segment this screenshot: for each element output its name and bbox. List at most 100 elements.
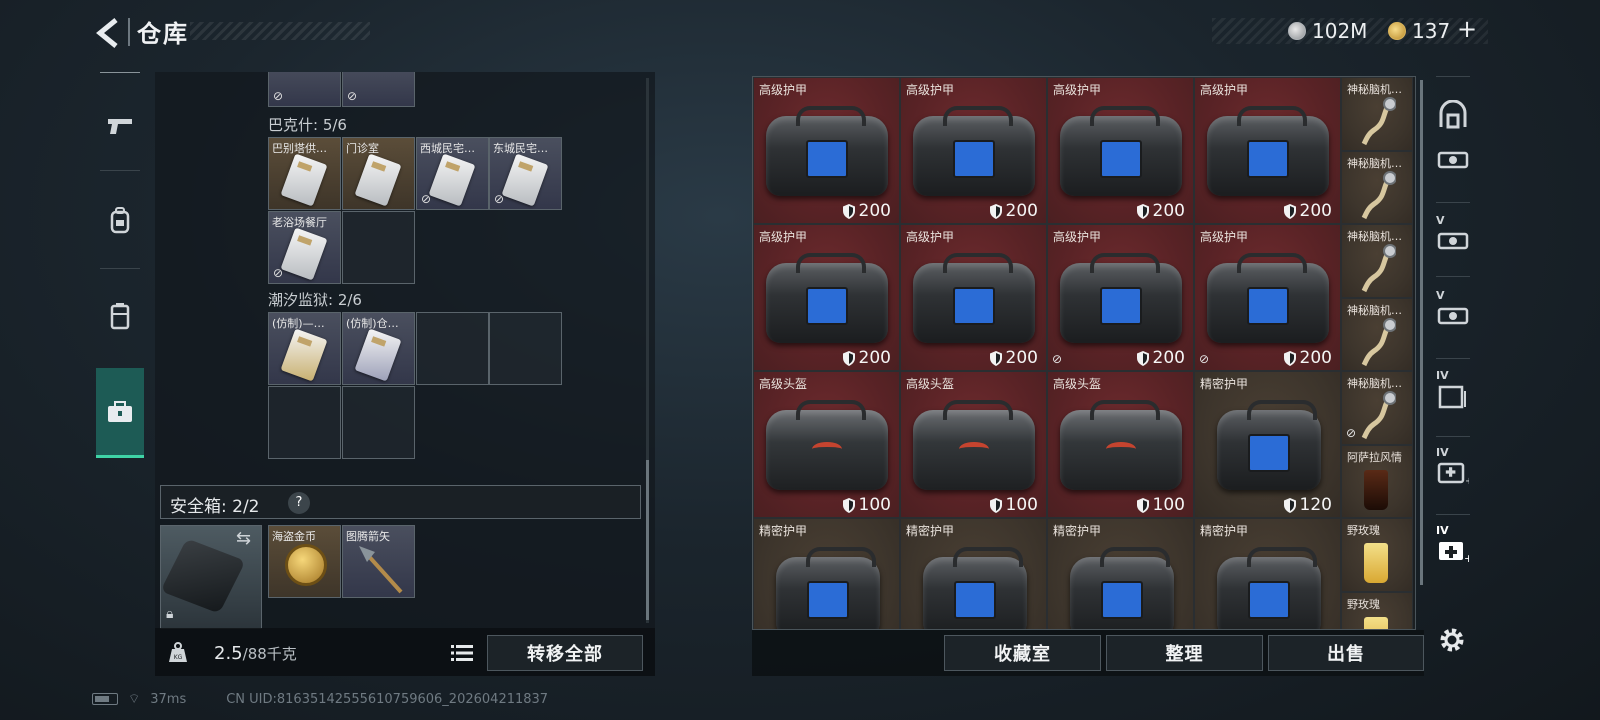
storage-slot-keycard[interactable]: (仿制)仓… (342, 312, 415, 385)
collection-room-button[interactable]: 收藏室 (944, 635, 1101, 671)
tier-v-case-button[interactable]: V (1432, 281, 1474, 351)
stash-item-cell[interactable]: 高级护甲 200 (900, 77, 1047, 224)
stash-item-cell[interactable]: 精密护甲 (1194, 518, 1341, 629)
gear-icon[interactable] (1436, 624, 1468, 656)
stash-item-cell[interactable]: 精密护甲 (753, 518, 900, 629)
stash-item-cell-small[interactable]: 神秘脑机… ⊘ (1341, 371, 1413, 445)
stash-item-cell-small[interactable]: 野玫瑰 (1341, 518, 1413, 592)
section-label-bakhsh: 巴克什: 5/6 (268, 116, 347, 134)
swap-icon[interactable]: ⇆ (236, 528, 251, 549)
stash-item-cell-small[interactable]: 神秘脑机… (1341, 297, 1413, 371)
stash-item-cell[interactable]: 高级护甲 200 (753, 224, 900, 371)
weight-value: 2.5 (214, 643, 243, 664)
case-icon (1437, 151, 1469, 169)
durability-badge: 100 (989, 495, 1038, 515)
storage-slot-keycard[interactable]: 东城民宅… ⊘ (489, 137, 562, 210)
storage-scroll-thumb[interactable] (646, 460, 649, 620)
nav-storage[interactable] (96, 368, 144, 458)
stash-item-cell[interactable]: 高级护甲 200 (900, 224, 1047, 371)
help-button[interactable]: ? (288, 492, 310, 514)
safebox-slot[interactable]: 海盗金币 (268, 525, 341, 598)
storage-slot-keycard[interactable]: (仿制)—… (268, 312, 341, 385)
list-view-button[interactable] (446, 638, 478, 668)
storage-slot[interactable]: ⊘ (268, 72, 341, 107)
item-name: 精密护甲 (1200, 524, 1249, 538)
tier-label: IV (1436, 369, 1449, 382)
nav-weapons[interactable] (90, 82, 150, 170)
storage-slot-empty[interactable] (342, 211, 415, 284)
stash-item-cell[interactable]: 精密护甲 (1047, 518, 1194, 629)
item-name: 精密护甲 (1053, 524, 1102, 538)
case-icon (1437, 232, 1469, 250)
add-currency-button[interactable]: + (1457, 15, 1477, 43)
stash-item-cell[interactable]: 精密护甲 (900, 518, 1047, 629)
keycard-icon (428, 153, 476, 207)
item-name: 神秘脑机… (1347, 83, 1402, 96)
tier-iv-storage-button[interactable]: IV (1432, 361, 1474, 431)
shield-icon (1136, 497, 1149, 513)
stash-item-cell[interactable]: 精密护甲 120 (1194, 371, 1341, 518)
durability-value: 200 (1005, 201, 1038, 221)
tier-iv-medical-button[interactable]: IV + (1432, 438, 1474, 508)
brain-chip-icon (1361, 317, 1396, 366)
storage-slot-keycard[interactable]: 老浴场餐厅 ⊘ (268, 211, 341, 284)
item-name: 神秘脑机… (1347, 230, 1402, 243)
storage-slot-empty[interactable] (489, 312, 562, 385)
storage-slot-keycard[interactable]: 巴别塔供… (268, 137, 341, 210)
stash-item-cell[interactable]: 高级头盔 100 (1047, 371, 1194, 518)
stash-scrollbar[interactable] (1420, 80, 1423, 585)
gold-coin-icon (285, 544, 327, 586)
armor-case-icon (1207, 106, 1329, 196)
safebox-slot[interactable]: 图腾箭矢 (342, 525, 415, 598)
stash-item-cell-small[interactable]: 神秘脑机… (1341, 224, 1413, 298)
shield-icon (842, 350, 855, 366)
pistol-icon (108, 119, 132, 134)
uid-text: CN UID:8163514255561075960​6_20260421183… (226, 691, 549, 707)
stash-item-cell-small[interactable]: 神秘脑机… (1341, 77, 1413, 151)
drink-icon (1364, 616, 1388, 629)
stash-item-cell[interactable]: 高级头盔 100 (900, 371, 1047, 518)
stash-item-cell-small[interactable]: 野玫瑰 (1341, 591, 1413, 629)
shield-icon (1283, 203, 1296, 219)
slot-name: 巴别塔供… (272, 142, 327, 155)
transfer-all-button[interactable]: 转移全部 (487, 635, 643, 671)
storage-slot-empty[interactable] (342, 386, 415, 459)
tier-v-case-button[interactable]: V (1432, 206, 1474, 276)
stash-item-cell[interactable]: 高级护甲 200 (1047, 77, 1194, 224)
nav-backpack[interactable] (90, 176, 150, 264)
tier-iv-medical-button-active[interactable]: IV + (1432, 516, 1474, 586)
stash-item-cell-small[interactable]: 阿萨拉风情 (1341, 444, 1413, 518)
gold-currency-amount: 137 (1412, 19, 1451, 43)
sell-button[interactable]: 出售 (1268, 635, 1424, 671)
item-name: 神秘脑机… (1347, 377, 1402, 390)
stash-tool-column: V V IV IV + IV + (1432, 76, 1474, 606)
stash-item-cell[interactable]: 高级护甲 200 (1194, 77, 1341, 224)
storage-slot-empty[interactable] (416, 312, 489, 385)
weight-readout: 2.5/88千克 (214, 643, 297, 664)
item-name: 精密护甲 (906, 524, 955, 538)
storage-slot[interactable]: ⊘ (342, 72, 415, 107)
stash-item-cell[interactable]: 高级护甲 200 ⊘ (1194, 224, 1341, 371)
sort-button[interactable]: 整理 (1106, 635, 1263, 671)
case-filter-button[interactable] (1432, 140, 1474, 180)
durability-value: 200 (1005, 348, 1038, 368)
armor-case-icon (1207, 253, 1329, 343)
storage-slot-empty[interactable] (268, 386, 341, 459)
nav-vest[interactable] (90, 272, 150, 360)
stash-item-cell[interactable]: 高级头盔 100 (753, 371, 900, 518)
back-arrow-icon[interactable] (92, 16, 126, 50)
stash-item-cell[interactable]: 高级护甲 200 (753, 77, 900, 224)
storage-slot-keycard[interactable]: 门诊室 (342, 137, 415, 210)
item-name: 精密护甲 (1200, 377, 1249, 391)
keycard-icon (280, 328, 328, 382)
drink-icon (1364, 543, 1388, 583)
durability-value: 200 (858, 201, 891, 221)
no-trade-icon: ⊘ (494, 192, 505, 206)
durability-badge: 200 (989, 201, 1038, 221)
durability-badge: 200 (842, 201, 891, 221)
stash-item-cell-small[interactable]: 神秘脑机… (1341, 150, 1413, 224)
item-name: 高级护甲 (1053, 230, 1102, 244)
storage-slot-keycard[interactable]: 西城民宅… ⊘ (416, 137, 489, 210)
stash-item-cell[interactable]: 高级护甲 200 ⊘ (1047, 224, 1194, 371)
no-trade-icon: ⊘ (421, 192, 432, 206)
